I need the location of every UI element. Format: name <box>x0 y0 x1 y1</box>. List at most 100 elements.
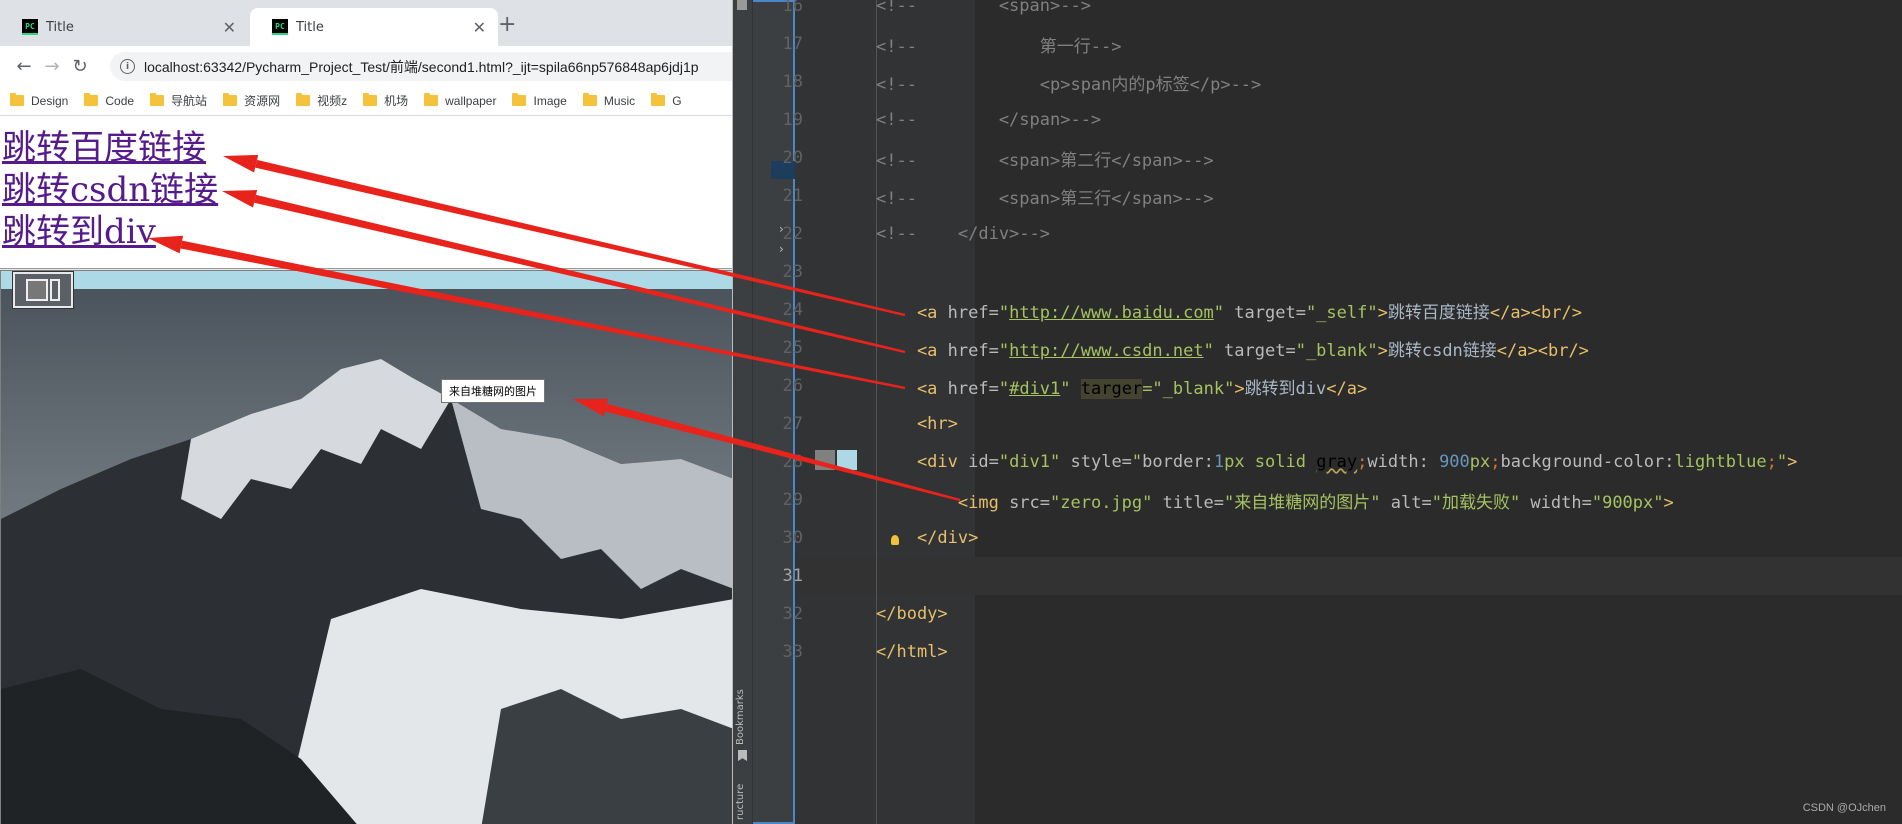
bookmark-item[interactable]: 资源网 <box>223 92 280 109</box>
code-line[interactable]: 32 </body> <box>783 595 1876 633</box>
browser-tab-1[interactable]: PC Title ✕ <box>0 8 248 46</box>
code-text: <!-- <p>span内的p标签</p>--> <box>876 70 1261 95</box>
bookmark-label: Music <box>603 93 636 108</box>
code-token: <div <box>876 452 969 472</box>
bookmark-label: Design <box>31 93 69 108</box>
code-token: <!-- </div>--> <box>876 224 1050 244</box>
code-token: alt= <box>1380 492 1432 513</box>
code-token: href= <box>947 302 999 323</box>
code-token: 跳转百度链接 <box>1387 302 1490 323</box>
code-line[interactable]: 17 <!-- 第一行--> <box>783 25 1876 63</box>
code-token: background-color: <box>1500 452 1675 472</box>
code-token: targer <box>1080 378 1143 399</box>
bookmark-item[interactable]: 视频z <box>296 92 347 109</box>
code-text: <!-- <span>第三行</span>--> <box>876 184 1214 209</box>
code-token: href= <box>947 340 999 361</box>
back-arrow-icon[interactable]: ← <box>10 56 38 77</box>
bookmark-item[interactable]: Design <box>10 93 69 108</box>
chevron-right-icon[interactable]: › <box>779 242 784 256</box>
reload-icon[interactable]: ↻ <box>66 56 94 77</box>
code-token: http://www.baidu.com <box>1009 302 1214 323</box>
baidu-link[interactable]: 跳转百度链接 <box>2 127 218 169</box>
folder-icon <box>223 93 238 106</box>
close-tab-icon[interactable]: ✕ <box>223 18 236 37</box>
folder-icon <box>84 93 99 106</box>
address-bar[interactable]: i localhost:63342/Pycharm_Project_Test/前… <box>110 52 732 81</box>
code-token: "加载失败" <box>1431 492 1521 513</box>
bookmark-item[interactable]: Music <box>582 93 636 108</box>
line-number: 20 <box>782 148 803 168</box>
tab-bar: PC Title ✕ PC Title ✕ + <box>0 0 732 46</box>
code-token: "_self" <box>1305 302 1378 323</box>
bookmark-item[interactable]: 导航站 <box>150 92 207 109</box>
code-token: border: <box>1142 452 1214 472</box>
code-line[interactable]: 20 <!-- <span>第二行</span>--> <box>783 139 1876 177</box>
code-token: <!-- <span>第二行</span>--> <box>876 150 1214 171</box>
gray-color-swatch[interactable] <box>815 450 835 470</box>
code-text: <hr> <box>876 414 958 434</box>
code-token: <hr> <box>876 414 958 434</box>
pycharm-favicon-icon: PC <box>272 19 288 35</box>
code-line[interactable]: 23 <box>783 253 1876 291</box>
code-token: " <box>1213 302 1225 323</box>
bookmark-item[interactable]: Code <box>84 93 135 108</box>
line-number: 23 <box>782 262 803 282</box>
csdn-link[interactable]: 跳转csdn链接 <box>2 169 218 211</box>
folder-icon <box>651 93 666 106</box>
code-token: <!-- <span>--> <box>876 0 1091 16</box>
code-line[interactable]: 25 <a href="http://www.csdn.net" target=… <box>783 329 1876 367</box>
bookmarks-tool-tab[interactable]: Bookmarks <box>735 689 746 745</box>
code-line[interactable]: 18 <!-- <p>span内的p标签</p>--> <box>783 63 1876 101</box>
code-line[interactable]: 30 </div> <box>783 519 1876 557</box>
tab-title: Title <box>46 19 74 35</box>
code-line[interactable]: 19 <!-- </span>--> <box>783 101 1876 139</box>
code-editor[interactable]: 16 <!-- <span>--> 17 <!-- 第一行--> 18 <!-- <p>s… <box>783 0 1902 824</box>
code-token: 1 <box>1213 452 1225 472</box>
code-token: #div1 <box>1009 378 1061 399</box>
code-line[interactable]: 16 <!-- <span>--> <box>783 0 1876 25</box>
code-text: </html> <box>876 642 948 662</box>
info-icon[interactable]: i <box>120 59 135 74</box>
structure-tool-tab[interactable]: ructure <box>735 784 746 820</box>
browser-tab-2[interactable]: PC Title ✕ <box>250 8 498 46</box>
bookmark-label: 视频z <box>317 94 348 108</box>
code-line[interactable]: 24 <a href="http://www.baidu.com" target… <box>783 291 1876 329</box>
code-line[interactable]: 22 <!-- </div>--> <box>783 215 1876 253</box>
code-token: <img <box>876 492 1010 513</box>
lightbulb-icon[interactable] <box>891 535 899 545</box>
link-list: 跳转百度链接 跳转csdn链接 跳转到div <box>2 127 218 253</box>
code-line[interactable]: 27 <hr> <box>783 405 1876 443</box>
bookmark-item[interactable]: 机场 <box>363 92 408 109</box>
broken-image-icon <box>13 272 73 308</box>
forward-arrow-icon[interactable]: → <box>38 56 66 77</box>
code-token: <a <box>876 302 948 323</box>
code-line[interactable]: 21 <!-- <span>第三行</span>--> <box>783 177 1876 215</box>
line-number: 32 <box>782 604 803 624</box>
code-text: <a href="http://www.csdn.net" target="_b… <box>876 336 1589 361</box>
bookmark-item[interactable]: G <box>651 93 682 108</box>
close-tab-icon[interactable]: ✕ <box>473 18 486 37</box>
code-token: " <box>998 378 1010 399</box>
line-number: 31 <box>782 566 803 586</box>
lightblue-color-swatch[interactable] <box>837 450 857 470</box>
code-line[interactable]: 26 <a href="#div1" targer="_blank">跳转到di… <box>783 367 1876 405</box>
bookmark-label: Code <box>105 93 135 108</box>
div-anchor-link[interactable]: 跳转到div <box>2 211 218 253</box>
code-token: </body> <box>876 604 948 624</box>
folder-icon <box>582 93 597 106</box>
code-line[interactable]: 29 <img src="zero.jpg" title="来自堆糖网的图片" … <box>783 481 1876 519</box>
code-token: http://www.csdn.net <box>1009 340 1204 361</box>
code-token: ; <box>1490 452 1501 472</box>
code-token: " <box>1776 452 1788 472</box>
code-line[interactable]: 31 <box>783 557 1876 595</box>
bookmark-item[interactable]: wallpaper <box>424 93 496 108</box>
folder-icon <box>296 93 311 106</box>
code-token: > <box>1787 452 1798 472</box>
new-tab-icon[interactable]: + <box>498 12 516 37</box>
code-line[interactable]: 28 <div id="div1" style="border:1px soli… <box>783 443 1876 481</box>
bookmark-item[interactable]: Image <box>512 93 567 108</box>
code-line[interactable]: 33 </html> <box>783 633 1876 671</box>
folder-icon <box>10 93 24 106</box>
bookmark-icon <box>738 750 747 761</box>
code-token: </a><br/> <box>1489 302 1582 323</box>
